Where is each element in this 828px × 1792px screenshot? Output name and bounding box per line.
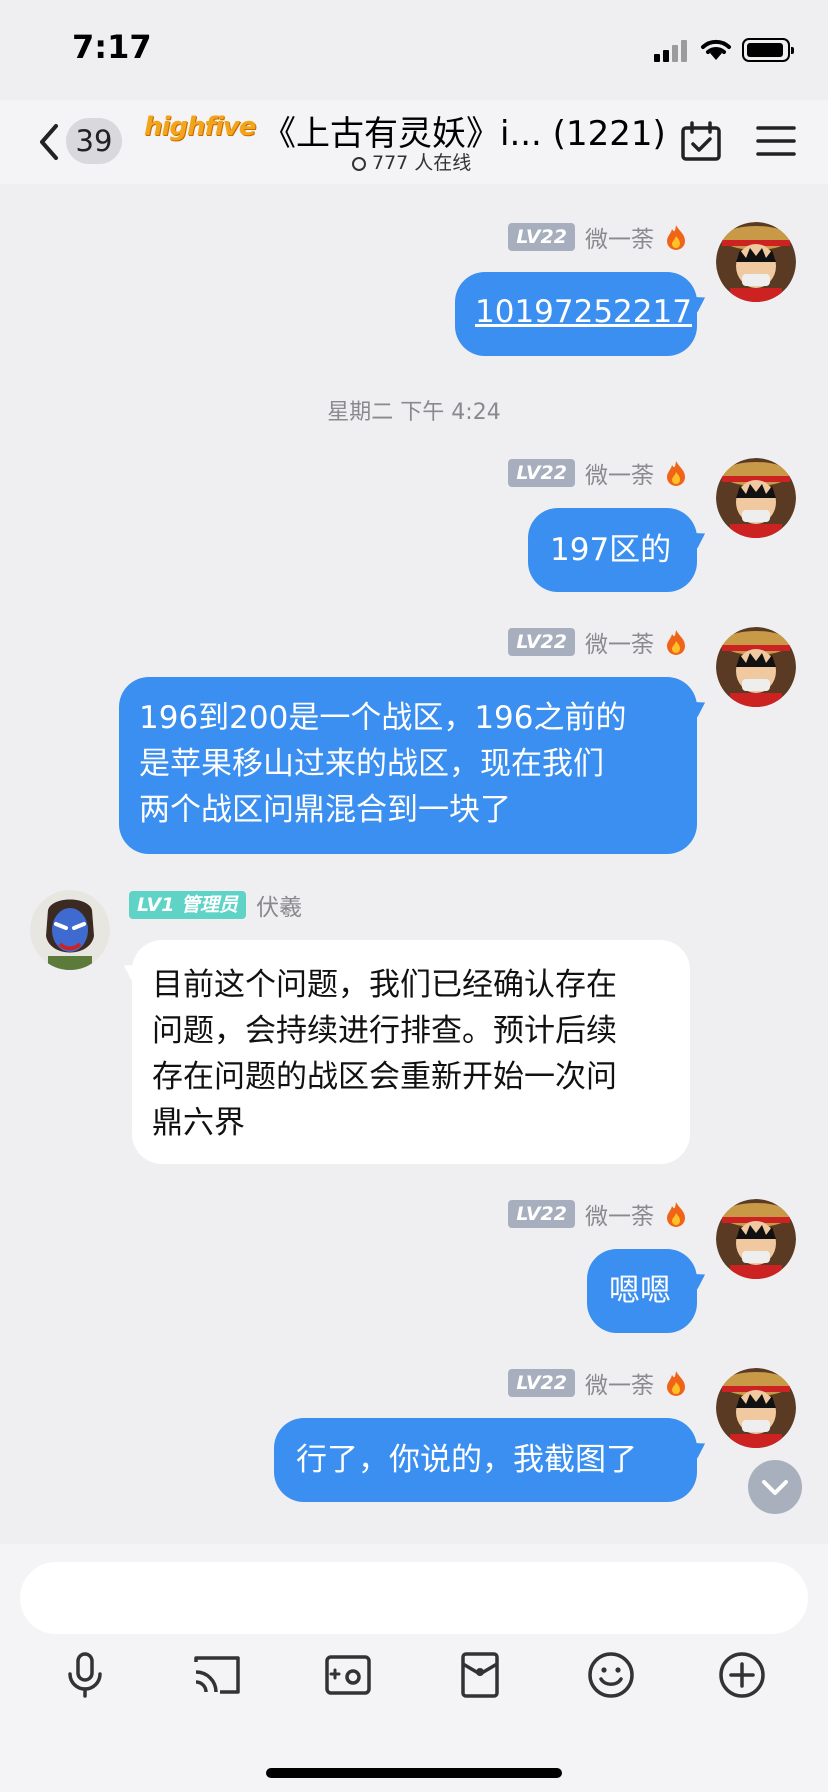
sender-info: LV22 微一荼 bbox=[508, 1366, 688, 1400]
sender-name[interactable]: 伏羲 bbox=[256, 888, 302, 922]
hamburger-menu-icon[interactable] bbox=[756, 124, 796, 158]
luffy-avatar-icon bbox=[716, 1199, 796, 1279]
luffy-avatar-icon bbox=[716, 627, 796, 707]
avatar[interactable] bbox=[30, 890, 110, 970]
sender-info: LV22 微一荼 bbox=[508, 456, 688, 490]
message-input[interactable] bbox=[20, 1562, 808, 1634]
level-badge: LV22 bbox=[508, 628, 575, 656]
group-logo: highfive bbox=[144, 112, 256, 142]
message-line: 两个战区问鼎混合到一块了 bbox=[139, 792, 511, 828]
level-badge: LV1 管理员 bbox=[129, 891, 247, 919]
message-line: 是苹果移山过来的战区，现在我们 bbox=[139, 746, 604, 782]
chat-header: 39 highfive 《上古有灵妖》i... (1221) 777 人在线 bbox=[0, 100, 828, 184]
avatar[interactable] bbox=[716, 458, 796, 538]
composer bbox=[0, 1544, 828, 1792]
message-bubble[interactable]: 嗯嗯 bbox=[587, 1249, 697, 1333]
opera-mask-avatar-icon bbox=[30, 890, 110, 970]
message-bubble[interactable]: 行了，你说的，我截图了 bbox=[274, 1418, 697, 1502]
fire-icon bbox=[667, 1202, 685, 1227]
message-line: 鼎六界 bbox=[152, 1105, 245, 1141]
microphone-icon[interactable] bbox=[60, 1650, 110, 1700]
avatar[interactable] bbox=[716, 1199, 796, 1279]
level-badge: LV22 bbox=[508, 223, 575, 251]
scroll-to-bottom-button[interactable] bbox=[748, 1460, 802, 1514]
sender-info: LV22 微一荼 bbox=[508, 625, 688, 659]
chevron-down-icon bbox=[762, 1480, 788, 1495]
red-packet-icon[interactable] bbox=[455, 1650, 505, 1700]
sender-info: LV22 微一荼 bbox=[508, 1197, 688, 1231]
chevron-left-icon[interactable] bbox=[34, 122, 64, 162]
message-bubble[interactable]: 196到200是一个战区，196之前的 是苹果移山过来的战区，现在我们 两个战区… bbox=[119, 677, 697, 854]
level-badge: LV22 bbox=[508, 459, 575, 487]
message-line: 存在问题的战区会重新开始一次问 bbox=[152, 1059, 617, 1095]
message-line: 问题，会持续进行排查。预计后续 bbox=[152, 1013, 617, 1049]
timestamp: 星期二 下午 4:24 bbox=[327, 400, 501, 425]
level-badge: LV22 bbox=[508, 1200, 575, 1228]
status-time: 7:17 bbox=[72, 28, 152, 66]
message-line: 目前这个问题，我们已经确认存在 bbox=[152, 967, 617, 1003]
online-status-icon bbox=[352, 157, 366, 171]
battery-icon bbox=[742, 38, 794, 62]
sender-info: LV1 管理员 伏羲 bbox=[129, 888, 302, 922]
home-indicator[interactable] bbox=[266, 1768, 562, 1778]
cellular-signal-icon bbox=[654, 38, 690, 62]
message-line: 196到200是一个战区，196之前的 bbox=[139, 700, 627, 736]
cast-screen-icon[interactable] bbox=[192, 1650, 242, 1700]
photo-icon[interactable] bbox=[323, 1650, 373, 1700]
sender-name[interactable]: 微一荼 bbox=[585, 456, 654, 490]
avatar[interactable] bbox=[716, 222, 796, 302]
fire-icon bbox=[667, 1371, 685, 1396]
luffy-avatar-icon bbox=[716, 458, 796, 538]
unread-count-badge[interactable]: 39 bbox=[66, 118, 122, 164]
sender-name[interactable]: 微一荼 bbox=[585, 1366, 654, 1400]
luffy-avatar-icon bbox=[716, 1368, 796, 1448]
admin-role-label: 管理员 bbox=[181, 894, 239, 916]
sender-name[interactable]: 微一荼 bbox=[585, 1197, 654, 1231]
avatar[interactable] bbox=[716, 627, 796, 707]
fire-icon bbox=[667, 630, 685, 655]
level-label: LV1 bbox=[137, 894, 175, 916]
luffy-avatar-icon bbox=[716, 222, 796, 302]
message-bubble[interactable]: 10197252217 bbox=[455, 272, 697, 356]
online-count-label: 777 人在线 bbox=[372, 152, 472, 174]
status-bar: 7:17 bbox=[0, 0, 828, 100]
plus-circle-icon[interactable] bbox=[717, 1650, 767, 1700]
avatar[interactable] bbox=[716, 1368, 796, 1448]
wifi-icon bbox=[701, 39, 731, 60]
sender-name[interactable]: 微一荼 bbox=[585, 625, 654, 659]
message-bubble[interactable]: 197区的 bbox=[528, 508, 697, 592]
sender-info: LV22 微一荼 bbox=[508, 220, 688, 254]
message-link[interactable]: 10197252217 bbox=[475, 294, 692, 330]
message-bubble[interactable]: 目前这个问题，我们已经确认存在 问题，会持续进行排查。预计后续 存在问题的战区会… bbox=[132, 940, 690, 1164]
level-badge: LV22 bbox=[508, 1369, 575, 1397]
online-count[interactable]: 777 人在线 bbox=[352, 148, 471, 175]
sender-name[interactable]: 微一荼 bbox=[585, 220, 654, 254]
emoji-icon[interactable] bbox=[586, 1650, 636, 1700]
calendar-check-icon[interactable] bbox=[680, 120, 722, 162]
fire-icon bbox=[667, 461, 685, 486]
fire-icon bbox=[667, 225, 685, 250]
